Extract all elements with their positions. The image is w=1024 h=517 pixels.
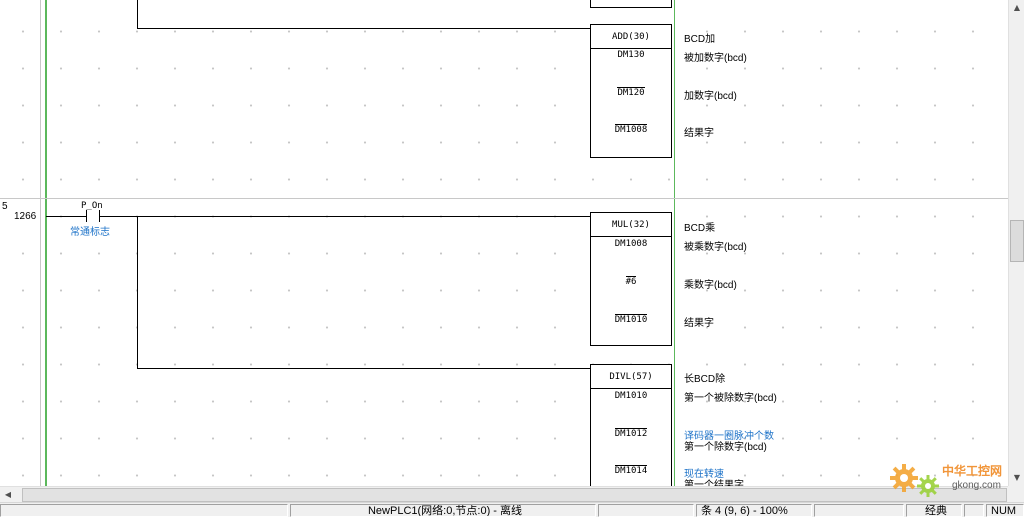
rung-wire [100,216,590,217]
operand-comment: 第一个除数字(bcd) [684,442,767,453]
rung-wire [137,28,590,29]
contact-comment: 常通标志 [70,227,110,238]
rung-wire [46,216,86,217]
watermark-logo: 中华工控网 gkong.com [886,458,1022,500]
right-power-rail [674,0,675,486]
status-pane-empty [814,504,904,517]
status-pane-empty [964,504,984,517]
arrow-up-icon[interactable]: ▲ [1009,0,1024,16]
operand-value: DM1014 [614,465,648,476]
vertical-scroll-thumb[interactable] [1010,220,1024,262]
operand-value: DM1012 [614,428,648,439]
branch-line [137,0,138,29]
status-pane-empty [598,504,694,517]
operand-comment: 结果字 [684,318,714,329]
block-instruction: MUL(32) [591,213,671,237]
rung-wire [137,368,590,369]
operand-value: #6 [625,276,637,287]
operand-comment: 加数字(bcd) [684,91,737,102]
branch-line [137,216,138,369]
status-bar: NewPLC1(网络:0,节点:0) - 离线 条 4 (9, 6) - 100… [0,502,1024,517]
vertical-scrollbar[interactable]: ▲ ▼ [1008,0,1024,486]
function-block-divl[interactable]: DIVL(57) DM1010 DM1012 DM1014 [590,364,672,486]
status-mode: 经典 [906,504,962,517]
horizontal-scrollbar[interactable]: ◀ [0,486,1008,503]
left-power-rail [45,0,47,486]
operand-value: DM1010 [614,391,648,401]
gutter-divider [40,0,41,486]
operand-value: DM130 [617,50,645,60]
operand-comment: 被加数字(bcd) [684,53,747,64]
rung-separator [0,198,1008,199]
operand-comment: 结果字 [684,128,714,139]
rung-number: 5 [2,201,8,212]
function-block-add[interactable]: ADD(30) DM130 DM120 DM1008 [590,24,672,158]
watermark-url: gkong.com [952,480,1001,491]
rung-step: 1266 [14,211,37,222]
operand-comment: 乘数字(bcd) [684,280,737,291]
function-block-mul[interactable]: MUL(32) DM1008 #6 DM1010 [590,212,672,346]
status-pane-empty [0,504,288,517]
operand-comment: 第一个结果字 [684,480,744,486]
operand-comment: 第一个被除数字(bcd) [684,393,777,404]
block-instruction: DIVL(57) [591,365,671,389]
watermark-title: 中华工控网 [942,464,1003,478]
block-comment: 长BCD除 [684,374,726,385]
status-num: NUM [986,504,1024,517]
block-comment: BCD乘 [684,223,716,234]
operand-value: DM1008 [614,124,648,135]
horizontal-scroll-thumb[interactable] [22,488,1007,502]
operand-comment: 被乘数字(bcd) [684,242,747,253]
operand-value: DM1010 [614,314,648,325]
operand-value: DM120 [617,87,645,98]
arrow-left-icon[interactable]: ◀ [0,487,16,503]
ladder-editor[interactable]: ADD(30) DM130 DM120 DM1008 BCD加 被加数字(bcd… [0,0,1008,486]
block-comment: BCD加 [684,34,716,45]
status-position: 条 4 (9, 6) - 100% [696,504,812,517]
contact-no[interactable] [86,210,100,222]
prev-block-bottom [590,7,672,8]
gear-icon [890,464,939,497]
operand-value: DM1008 [614,239,648,249]
status-plc: NewPLC1(网络:0,节点:0) - 离线 [290,504,596,517]
block-instruction: ADD(30) [591,25,671,49]
